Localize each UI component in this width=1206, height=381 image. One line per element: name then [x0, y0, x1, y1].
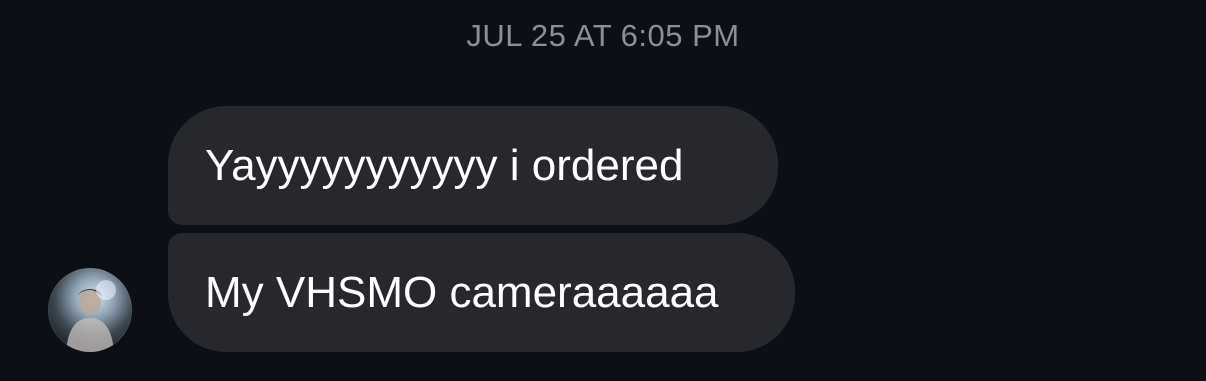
message-bubble[interactable]: Yayyyyyyyyyyy i ordered	[168, 106, 778, 225]
sender-avatar[interactable]	[48, 268, 132, 352]
profile-photo-icon	[66, 280, 116, 352]
message-timestamp: JUL 25 AT 6:05 PM	[466, 18, 740, 53]
message-text: Yayyyyyyyyyyy i ordered	[205, 140, 684, 190]
message-text: My VHSMO cameraaaaaa	[205, 267, 719, 317]
message-bubble[interactable]: My VHSMO cameraaaaaa	[168, 233, 795, 352]
